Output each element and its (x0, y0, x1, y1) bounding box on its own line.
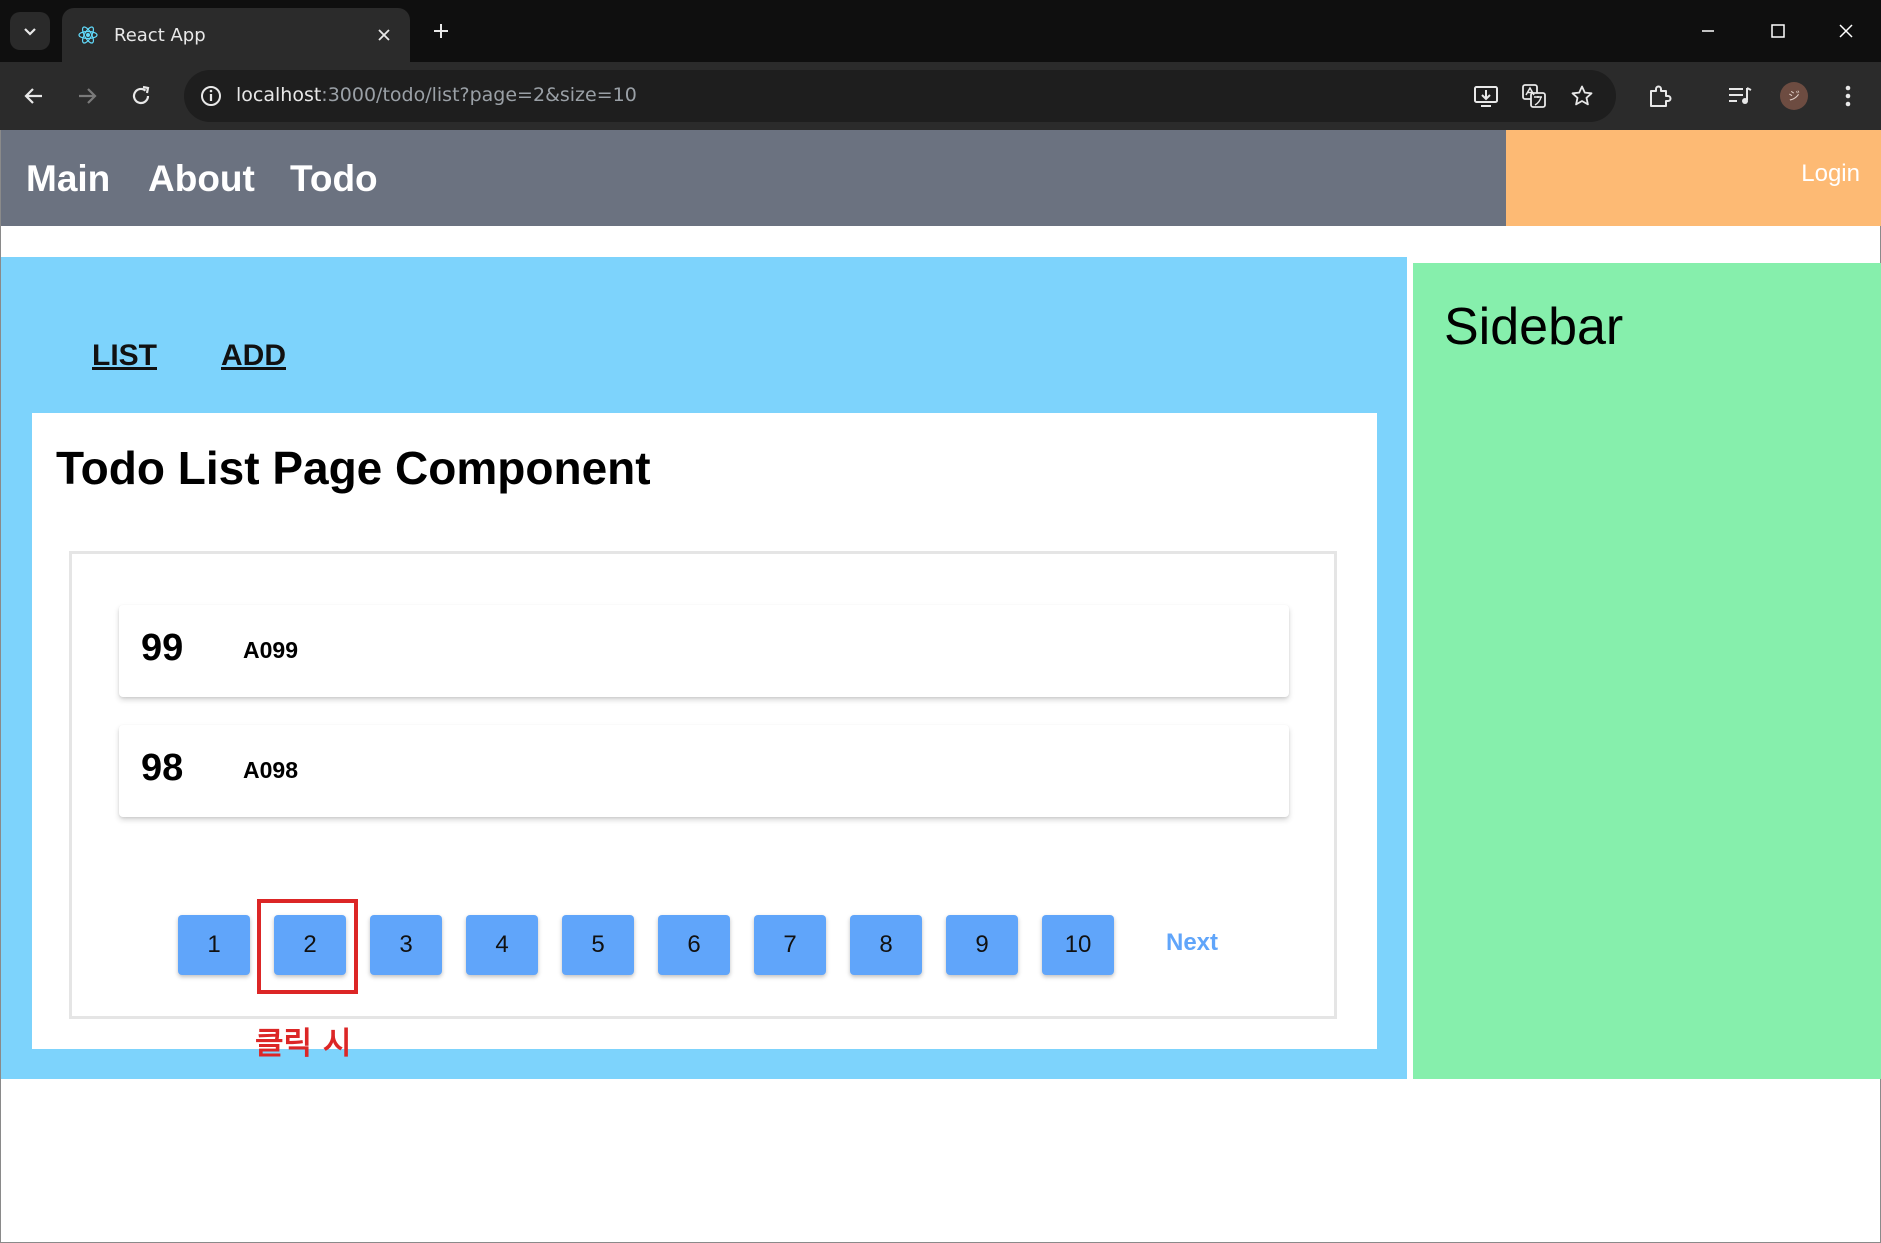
minimize-icon (1702, 30, 1714, 32)
page-button-5[interactable]: 5 (562, 915, 634, 975)
todo-number: 99 (141, 627, 184, 669)
profile-avatar[interactable]: ジ (1774, 76, 1814, 116)
nav-link-about[interactable]: About (148, 158, 255, 200)
puzzle-icon (1650, 85, 1672, 107)
chevron-down-icon (24, 28, 36, 36)
back-button[interactable] (14, 76, 54, 116)
avatar-initial: ジ (1780, 82, 1808, 110)
todo-title: A098 (243, 757, 298, 783)
page-button-3[interactable]: 3 (370, 915, 442, 975)
maximize-icon (1771, 24, 1785, 38)
nav-link-main[interactable]: Main (26, 158, 110, 200)
close-icon[interactable] (370, 21, 398, 49)
page-button-10[interactable]: 10 (1042, 915, 1114, 975)
todo-list-link[interactable]: LIST (92, 339, 157, 373)
tab-title: React App (114, 24, 206, 46)
tab-search-button[interactable] (10, 12, 50, 50)
url-host: localhost (236, 84, 322, 106)
reload-button[interactable] (121, 76, 161, 116)
browser-tab[interactable]: React App (62, 8, 410, 62)
arrow-right-icon (79, 88, 97, 104)
page-button-1[interactable]: 1 (178, 915, 250, 975)
next-page-link[interactable]: Next (1166, 929, 1218, 957)
page-button-6[interactable]: 6 (658, 915, 730, 975)
new-tab-button[interactable] (424, 14, 458, 48)
page-button-7[interactable]: 7 (754, 915, 826, 975)
close-icon (1839, 24, 1853, 38)
todo-list-item[interactable]: 99 A099 (119, 605, 1289, 697)
todo-list-item[interactable]: 98 A098 (119, 725, 1289, 817)
url-text[interactable]: localhost:3000/todo/list?page=2&size=10 (236, 84, 637, 106)
todo-main-panel: LIST ADD Todo List Page Component 99 A09… (1, 257, 1407, 1079)
main-nav: Main About Todo (1, 130, 1506, 226)
page-viewport: Main About Todo Login LIST ADD Todo List… (0, 130, 1881, 1243)
url-path: :3000/todo/list?page=2&size=10 (321, 84, 637, 106)
forward-button[interactable] (67, 76, 107, 116)
bookmark-star-icon[interactable] (1562, 76, 1602, 116)
media-control-button[interactable] (1720, 76, 1760, 116)
browser-titlebar: React App (0, 0, 1881, 62)
kebab-menu-icon (1845, 85, 1851, 107)
nav-link-todo[interactable]: Todo (290, 158, 378, 200)
page-button-8[interactable]: 8 (850, 915, 922, 975)
todo-add-link[interactable]: ADD (221, 339, 286, 373)
login-bar: Login (1506, 130, 1881, 226)
click-annotation: 클릭 시 (255, 1026, 352, 1062)
page-button-4[interactable]: 4 (466, 915, 538, 975)
react-logo-icon (76, 23, 100, 47)
todo-list-card: Todo List Page Component 99 A099 98 A098… (32, 413, 1377, 1049)
sidebar-title: Sidebar (1444, 298, 1624, 356)
login-link[interactable]: Login (1801, 160, 1860, 188)
todo-title: A099 (243, 637, 298, 663)
page-title: Todo List Page Component (56, 442, 651, 494)
page-button-9[interactable]: 9 (946, 915, 1018, 975)
click-highlight-box (257, 899, 358, 994)
address-bar[interactable]: localhost:3000/todo/list?page=2&size=10 (184, 70, 1616, 122)
browser-menu-button[interactable] (1828, 76, 1868, 116)
window-close-button[interactable] (1811, 0, 1881, 62)
plus-icon (434, 24, 448, 38)
translate-icon[interactable] (1514, 76, 1554, 116)
arrow-left-icon (24, 88, 42, 104)
sidebar: Sidebar (1413, 263, 1881, 1079)
reload-icon (132, 85, 150, 105)
install-app-icon[interactable] (1466, 76, 1506, 116)
browser-toolbar: localhost:3000/todo/list?page=2&size=10 … (0, 62, 1881, 130)
todo-number: 98 (141, 747, 184, 789)
playlist-icon (1729, 87, 1752, 104)
extensions-button[interactable] (1640, 76, 1680, 116)
site-info-icon[interactable] (196, 81, 226, 111)
minimize-button[interactable] (1673, 0, 1743, 62)
maximize-button[interactable] (1743, 0, 1813, 62)
